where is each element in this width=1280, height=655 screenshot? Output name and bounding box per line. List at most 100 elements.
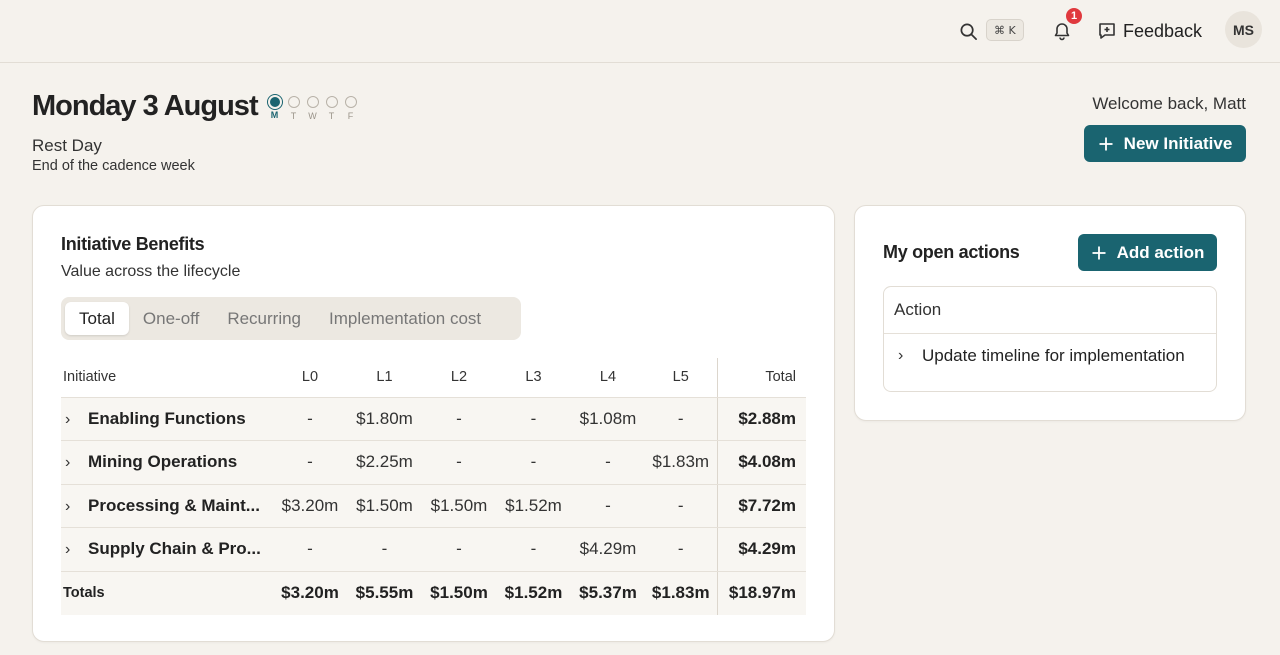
card-title: My open actions [883,242,1020,262]
benefits-table: Initiative L0 L1 L2 L3 L4 L5 Total › Enab… [61,358,806,615]
welcome-message: Welcome back, Matt [1092,94,1246,113]
value-cell: $1.83m [645,440,717,485]
add-action-label: Add action [1116,242,1205,262]
value-cell: - [645,527,717,572]
add-action-button[interactable]: Add action [1078,234,1217,271]
total-value-cell: $3.20m [273,571,347,615]
day-letter: F [347,111,354,121]
column-header: L0 [273,358,347,398]
tab-one-off[interactable]: One-off [129,302,213,335]
notification-badge: 1 [1064,6,1084,26]
initiative-name-cell: › Enabling Functions [61,397,273,441]
search-button[interactable] [955,18,981,44]
value-cell: - [347,527,422,572]
value-cell: - [422,397,496,441]
table-row[interactable]: › Supply Chain & Pro... - - - - $4.29m - … [61,527,806,572]
value-cell: $3.20m [273,484,347,528]
search-icon [960,23,977,40]
feedback-button[interactable]: Feedback [1097,17,1202,45]
grand-total-cell: $18.97m [716,571,806,615]
table-row[interactable]: › Mining Operations - $2.25m - - - $1.83m… [61,440,806,485]
top-bar: ⌘ K 1 Feedback MS [0,0,1280,63]
list-item[interactable]: › Update timeline for implementation [884,334,1216,378]
tab-implementation-cost[interactable]: Implementation cost [315,302,495,335]
value-cell: - [422,440,496,485]
feedback-icon [1099,23,1115,39]
row-total-cell: $4.08m [716,440,806,485]
feedback-label: Feedback [1123,20,1203,41]
column-header: L5 [645,358,717,398]
chevron-right-icon[interactable]: › [65,411,79,429]
tab-total[interactable]: Total [65,302,129,335]
column-header: L4 [571,358,645,398]
search-shortcut-hint: ⌘ K [986,19,1024,41]
day-letter: T [290,111,297,121]
initiative-name: Processing & Maint... [88,495,260,515]
value-cell: $2.25m [347,440,422,485]
initiative-benefits-card: Initiative Benefits Value across the lif… [32,205,835,642]
day-friday[interactable]: F [344,96,357,121]
card-title: Initiative Benefits [61,234,205,254]
value-cell: $1.08m [571,397,645,441]
plus-icon [1099,137,1113,150]
day-letter: T [328,111,335,121]
cadence-day-indicator: M T W T F [268,96,357,121]
action-text: Update timeline for implementation [922,346,1185,365]
value-cell: - [496,440,571,485]
day-status: Rest Day [32,136,102,155]
day-thursday[interactable]: T [325,96,338,121]
total-value-cell: $1.50m [422,571,496,615]
table-row[interactable]: › Processing & Maint... $3.20m $1.50m $1.… [61,484,806,528]
row-total-cell: $4.29m [716,527,806,572]
chevron-right-icon[interactable]: › [65,454,79,472]
total-value-cell: $5.37m [571,571,645,615]
tab-recurring[interactable]: Recurring [213,302,315,335]
totals-label: Totals [61,571,273,615]
initiative-name: Supply Chain & Pro... [88,539,261,559]
avatar[interactable]: MS [1225,11,1262,48]
day-letter: W [308,111,317,121]
column-header: L1 [347,358,422,398]
day-monday[interactable]: M [268,96,281,121]
day-note: End of the cadence week [32,158,195,174]
initiative-name: Enabling Functions [88,408,246,428]
row-total-cell: $7.72m [716,484,806,528]
initiative-name-cell: › Processing & Maint... [61,484,273,528]
value-cell: - [273,440,347,485]
column-header: Action [884,287,1216,334]
chevron-right-icon[interactable]: › [898,347,912,365]
value-cell: - [571,440,645,485]
table-header-row: Initiative L0 L1 L2 L3 L4 L5 Total [61,358,806,398]
initiative-name: Mining Operations [88,452,238,472]
initiative-name-cell: › Mining Operations [61,440,273,485]
total-value-cell: $1.52m [496,571,571,615]
new-initiative-button[interactable]: New Initiative [1084,125,1246,162]
day-tuesday[interactable]: T [287,96,300,121]
day-dot [287,96,300,108]
value-cell: - [273,397,347,441]
day-letter: M [270,110,279,120]
value-cell: $1.50m [422,484,496,528]
value-cell: - [645,397,717,441]
value-cell: - [571,484,645,528]
plus-icon [1092,246,1106,259]
column-header: Total [716,358,806,398]
total-value-cell: $1.83m [645,571,717,615]
benefit-type-tabs: Total One-off Recurring Implementation c… [61,297,521,340]
chevron-right-icon[interactable]: › [65,498,79,516]
actions-table: Action › Update timeline for implementat… [883,286,1217,392]
column-header: L3 [496,358,571,398]
table-row[interactable]: › Enabling Functions - $1.80m - - $1.08m … [61,397,806,441]
total-value-cell: $5.55m [347,571,422,615]
value-cell: - [496,397,571,441]
day-dot [325,96,338,108]
day-dot [344,96,357,108]
column-header: L2 [422,358,496,398]
value-cell: $4.29m [571,527,645,572]
value-cell: - [645,484,717,528]
chevron-right-icon[interactable]: › [65,541,79,559]
open-actions-card: My open actions Add action Action › Upda… [854,205,1246,421]
day-wednesday[interactable]: W [306,96,319,121]
value-cell: - [273,527,347,572]
totals-row: Totals $3.20m $5.55m $1.50m $1.52m $5.37… [61,571,806,615]
